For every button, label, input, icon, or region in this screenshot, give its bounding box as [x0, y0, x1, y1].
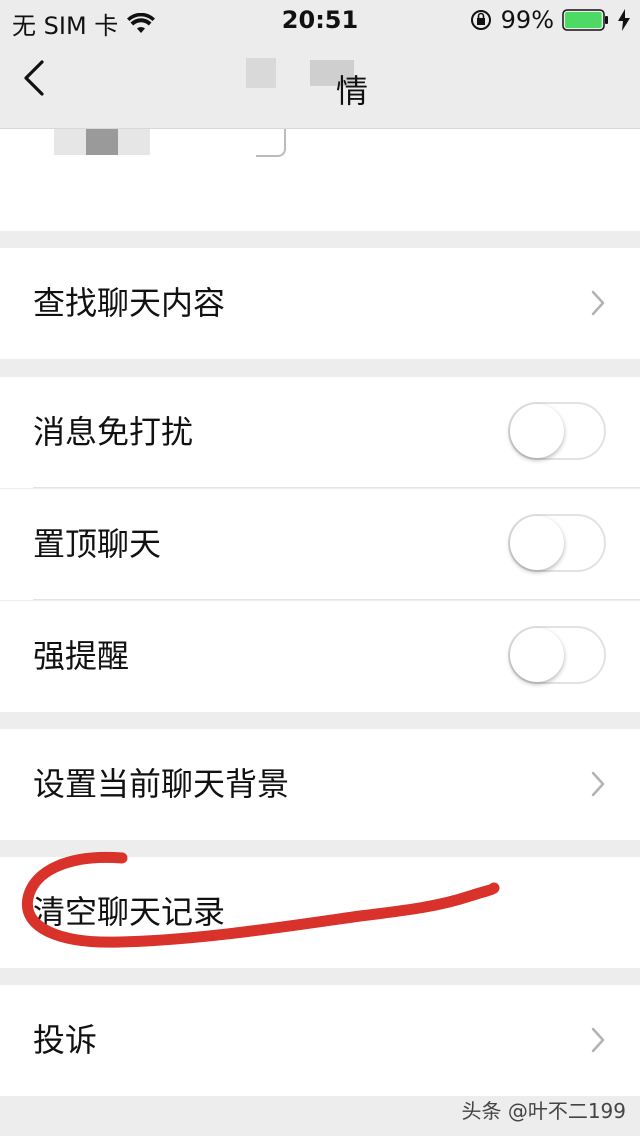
chevron-right-icon [591, 1027, 605, 1053]
status-bar: 无 SIM 卡 20:51 99% [0, 0, 640, 40]
page-title: 情 [0, 66, 640, 112]
divider [33, 599, 640, 600]
strong-alert-row: 强提醒 [0, 601, 640, 712]
watermark: 头条 @叶不二199 [461, 1099, 626, 1123]
search-chat-label: 查找聊天内容 [33, 284, 226, 322]
clear-history-label: 清空聊天记录 [33, 893, 226, 931]
redacted-avatar [118, 129, 150, 155]
status-right: 99% [469, 6, 630, 34]
rotation-lock-icon [470, 10, 491, 30]
report-row[interactable]: 投诉 [0, 985, 640, 1096]
toggle-knob [510, 516, 564, 570]
search-chat-row[interactable]: 查找聊天内容 [0, 248, 640, 359]
page-title-text: 情 [335, 72, 368, 110]
report-label: 投诉 [33, 1021, 98, 1059]
pin-chat-row: 置顶聊天 [0, 489, 640, 600]
strong-alert-toggle[interactable] [508, 626, 606, 684]
toggle-knob [510, 628, 564, 682]
pin-chat-toggle[interactable] [508, 514, 606, 572]
clear-history-row[interactable]: 清空聊天记录 [0, 857, 640, 968]
charging-bolt-icon [618, 9, 630, 31]
mute-toggle[interactable] [508, 402, 606, 460]
navigation-bar: 情 [0, 40, 640, 129]
chat-background-label: 设置当前聊天背景 [33, 765, 290, 803]
members-card [0, 129, 640, 231]
redacted-avatar [86, 129, 118, 155]
chevron-right-icon [591, 290, 605, 316]
chevron-right-icon [591, 771, 605, 797]
battery-percent: 99% [500, 6, 554, 34]
strong-alert-label: 强提醒 [33, 637, 130, 675]
chat-background-row[interactable]: 设置当前聊天背景 [0, 729, 640, 840]
toggle-knob [510, 404, 564, 458]
battery-icon [562, 9, 608, 31]
add-member-button[interactable] [256, 129, 286, 157]
pin-chat-label: 置顶聊天 [33, 525, 162, 563]
divider [33, 487, 640, 488]
mute-label: 消息免打扰 [33, 413, 194, 451]
redacted-avatar [54, 129, 86, 155]
mute-row: 消息免打扰 [0, 377, 640, 488]
